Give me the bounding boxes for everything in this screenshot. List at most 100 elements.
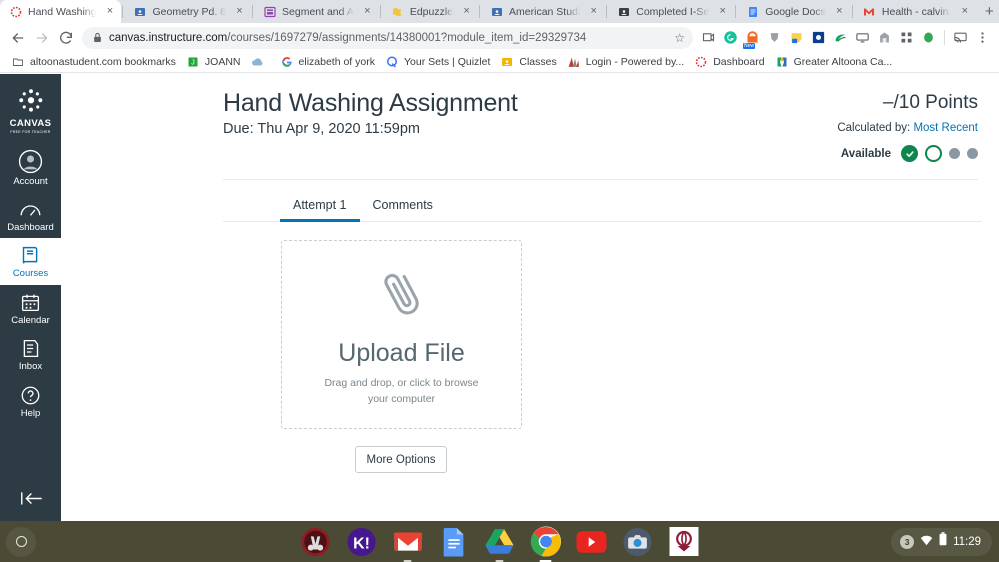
bookmark-item[interactable]: altoonastudent.com bookmarks (6, 55, 181, 69)
sidebar-item-inbox[interactable]: Inbox (0, 331, 61, 378)
google-docs-icon[interactable] (438, 526, 469, 557)
new-tab-button[interactable]: + (976, 0, 999, 23)
svg-text:K!: K! (353, 535, 370, 552)
collapse-arrow-icon (20, 492, 42, 505)
bookmark-item[interactable]: Your Sets | Quizlet (380, 55, 495, 69)
status-badge-current (925, 145, 942, 162)
sidebar-item-label: Inbox (18, 361, 43, 372)
collapse-nav-button[interactable] (0, 490, 61, 507)
calculated-by-link[interactable]: Most Recent (913, 122, 978, 134)
kebab-menu-icon[interactable] (972, 27, 993, 49)
green-drop-icon[interactable] (918, 27, 939, 49)
sidebar-item-label: Courses (12, 268, 49, 279)
browser-tab[interactable]: American Studi × (481, 0, 605, 23)
sidebar-item-calendar[interactable]: Calendar (0, 285, 61, 332)
inbox-icon (23, 339, 39, 358)
reload-icon[interactable] (54, 26, 78, 50)
wifi-icon[interactable] (920, 533, 933, 551)
camera-icon[interactable] (622, 526, 653, 557)
bookmark-star-icon[interactable]: ☆ (666, 31, 685, 45)
bookmark-item[interactable]: J JOANN (181, 55, 246, 69)
screencast-icon[interactable] (698, 27, 719, 49)
bookmark-label: JOANN (204, 56, 241, 68)
sidebar-item-label: Account (13, 176, 48, 187)
tab-comments[interactable]: Comments (360, 193, 446, 222)
close-icon[interactable]: × (233, 5, 246, 18)
close-icon[interactable]: × (958, 5, 971, 18)
close-icon[interactable]: × (587, 5, 600, 18)
honey-icon[interactable]: New (742, 27, 763, 49)
close-icon[interactable]: × (716, 5, 729, 18)
close-icon[interactable]: × (103, 5, 116, 18)
sidebar-item-account[interactable]: Account (0, 142, 61, 193)
more-options-button[interactable]: More Options (355, 446, 447, 473)
courses-icon (22, 246, 38, 264)
sidebar-item-help[interactable]: Help (0, 378, 61, 425)
browser-tab[interactable]: Completed I-Se × (608, 0, 734, 23)
gray-building-icon[interactable] (874, 27, 895, 49)
bookmark-item[interactable]: Greater Altoona Ca... (770, 55, 898, 69)
browser-window: Hand Washing × Geometry Pd. 6 × Segment … (0, 0, 999, 521)
bookmark-item[interactable] (246, 55, 275, 69)
upload-dropzone[interactable]: Upload File Drag and drop, or click to b… (281, 240, 522, 429)
address-bar[interactable]: canvas.instructure.com/courses/1697279/a… (82, 26, 693, 49)
google-drive-icon[interactable] (484, 526, 515, 557)
url-text: canvas.instructure.com/courses/1697279/a… (109, 32, 586, 44)
docs-icon (746, 5, 759, 18)
tab-title: Segment and A (282, 5, 354, 18)
kahoot-icon[interactable]: K! (346, 526, 377, 557)
bookmark-item[interactable]: elizabeth of york (275, 55, 380, 69)
browser-tab[interactable]: Segment and A × (254, 0, 379, 23)
close-icon[interactable]: × (361, 5, 374, 18)
grid-icon[interactable] (896, 27, 917, 49)
tab-title: Geometry Pd. 6 (152, 5, 227, 18)
bookmark-item[interactable]: Login - Powered by... (562, 55, 689, 69)
bookmark-label: Dashboard (713, 56, 765, 68)
blue-square-icon[interactable] (808, 27, 829, 49)
tab-separator (735, 5, 737, 18)
due-date: Due: Thu Apr 9, 2020 11:59pm (223, 121, 420, 137)
notification-count-badge[interactable]: 3 (900, 534, 915, 549)
bookmark-item[interactable]: Dashboard (689, 55, 769, 69)
pocket-icon[interactable] (764, 27, 785, 49)
browser-tab[interactable]: Geometry Pd. 6 × (124, 0, 251, 23)
school-app-icon[interactable] (668, 526, 699, 557)
sticky-note-icon[interactable] (786, 27, 807, 49)
joann-icon: J (186, 55, 200, 69)
youtube-icon[interactable] (576, 526, 607, 557)
close-icon[interactable]: × (460, 5, 473, 18)
green-swirl-icon[interactable] (830, 27, 851, 49)
sidebar-item-courses[interactable]: Courses (0, 238, 61, 285)
shelf-app-list: K! (300, 526, 699, 557)
sidebar-item-dashboard[interactable]: Dashboard (0, 193, 61, 239)
upload-subtitle: Drag and drop, or click to browse your c… (324, 377, 479, 405)
toolbar-divider (944, 30, 945, 45)
canvas-logo[interactable]: CANVAS FREE FOR TEACHER (10, 86, 52, 134)
browser-tab[interactable]: Hand Washing × (0, 0, 122, 23)
bookmark-item[interactable]: Classes (495, 55, 561, 69)
browser-tab[interactable]: Google Docs × (737, 0, 851, 23)
tab-attempt-1[interactable]: Attempt 1 (280, 193, 360, 222)
gmail-icon[interactable] (392, 526, 423, 557)
music-app-icon[interactable] (300, 526, 331, 557)
close-icon[interactable]: × (833, 5, 846, 18)
back-icon[interactable] (6, 26, 30, 50)
calculated-by-label: Calculated by: (837, 122, 914, 134)
points-value: –/10 Points (882, 92, 978, 113)
system-tray[interactable]: 3 11:29 (891, 527, 992, 556)
browser-tab[interactable]: Edpuzzle × (382, 0, 478, 23)
tab-title: American Studi (509, 5, 581, 18)
tv-icon[interactable] (852, 27, 873, 49)
chrome-icon[interactable] (530, 526, 561, 557)
url-path: /courses/1697279/assignments/14380001?mo… (227, 31, 587, 44)
forward-icon[interactable] (30, 26, 54, 50)
clock[interactable]: 11:29 (953, 536, 981, 548)
grammarly-icon[interactable] (720, 27, 741, 49)
folder-icon (11, 55, 25, 69)
cast-icon[interactable] (950, 27, 971, 49)
browser-tab[interactable]: Health - calvin. × (854, 0, 976, 23)
tab-separator (479, 5, 481, 18)
launcher-circle-icon[interactable] (6, 526, 36, 557)
classroom-icon (490, 5, 503, 18)
battery-icon[interactable] (939, 532, 947, 551)
